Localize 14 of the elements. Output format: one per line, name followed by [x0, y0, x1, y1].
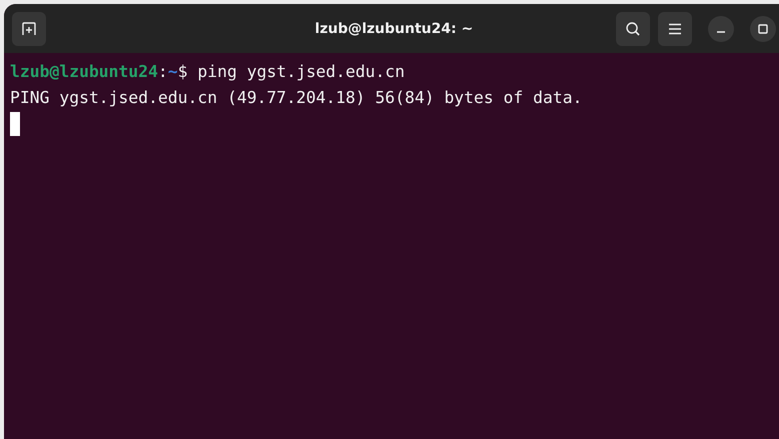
search-button[interactable] [616, 12, 650, 46]
command-line: lzub@lzubuntu24:~$ ping ygst.jsed.edu.cn [10, 61, 405, 83]
new-tab-button[interactable] [12, 12, 46, 46]
output-line: PING ygst.jsed.edu.cn (49.77.204.18) 56(84) bytes of data. [10, 87, 582, 109]
search-icon [625, 20, 641, 36]
text-cursor [10, 112, 20, 136]
maximize-button[interactable] [750, 16, 776, 42]
minimize-icon [716, 30, 726, 32]
minimize-button[interactable] [708, 16, 734, 42]
new-tab-icon [21, 20, 37, 36]
maximize-icon [758, 24, 768, 34]
window-title: lzub@lzubuntu24: ~ [314, 20, 474, 36]
menu-icon [668, 22, 682, 34]
menu-button[interactable] [658, 12, 692, 46]
